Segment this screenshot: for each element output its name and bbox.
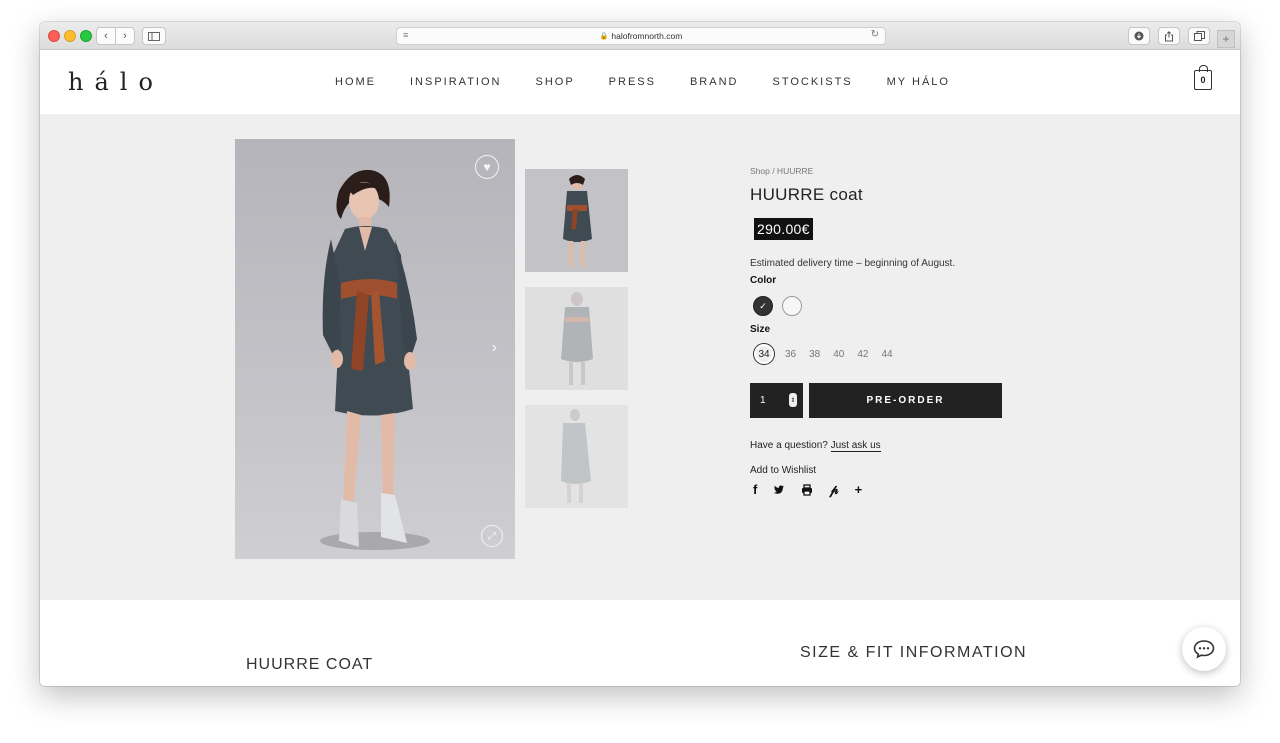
color-swatch-light[interactable] [782, 296, 802, 316]
plus-icon: + [1222, 32, 1230, 46]
twitter-icon[interactable] [773, 484, 785, 496]
size-fit-title[interactable]: SIZE & FIT INFORMATION [800, 644, 1027, 662]
nav-inspiration[interactable]: INSPIRATION [410, 76, 501, 88]
pinterest-icon[interactable]: 𝓅 [829, 482, 838, 498]
heart-icon[interactable]: ♥ [475, 155, 499, 179]
nav-brand[interactable]: BRAND [690, 76, 739, 88]
expand-icon[interactable]: ⤢ [481, 525, 503, 547]
share-icons: f 𝓅 + [753, 482, 1050, 498]
chevron-right-icon: › [123, 30, 127, 42]
address-url: halofromnorth.com [611, 31, 683, 41]
close-window-button[interactable] [48, 30, 60, 42]
product-thumbnail[interactable] [525, 287, 628, 390]
browser-window: ‹ › ≡ 🔒 halofromnorth.com ↻ + hálo HOME … [40, 22, 1240, 686]
size-option-40[interactable]: 40 [833, 349, 844, 360]
sidebar-icon [148, 31, 160, 41]
quantity-input[interactable]: 1 ⇕ [750, 383, 803, 418]
thumbnail-photo [525, 287, 628, 390]
ask-us-link[interactable]: Just ask us [830, 440, 881, 452]
address-bar[interactable]: ≡ 🔒 halofromnorth.com ↻ [396, 27, 886, 45]
show-tabs-button[interactable] [1188, 27, 1210, 45]
preorder-button[interactable]: PRE-ORDER [809, 383, 1002, 418]
size-option-34[interactable]: 34 [753, 343, 775, 365]
main-nav: HOME INSPIRATION SHOP PRESS BRAND STOCKI… [335, 76, 984, 88]
checkmark-icon: ✓ [759, 300, 767, 311]
add-to-wishlist-link[interactable]: Add to Wishlist [750, 465, 1050, 476]
chevron-left-icon: ‹ [104, 30, 108, 42]
lock-icon: 🔒 [599, 33, 609, 40]
chat-button[interactable] [1182, 627, 1226, 671]
minimize-window-button[interactable] [64, 30, 76, 42]
product-details: Shop / HUURRE HUURRE coat 290.00€ Estima… [750, 166, 1050, 498]
size-option-38[interactable]: 38 [809, 349, 820, 360]
question-text: Have a question? [750, 440, 828, 451]
thumbnail-photo [525, 169, 628, 272]
product-price: 290.00€ [754, 218, 813, 240]
color-label: Color [750, 275, 777, 286]
size-options: 34 36 38 40 42 44 [753, 343, 1050, 365]
back-button[interactable]: ‹ [96, 27, 116, 45]
size-option-42[interactable]: 42 [857, 349, 868, 360]
color-swatch-dark[interactable]: ✓ [753, 296, 773, 316]
plus-icon[interactable]: + [855, 482, 863, 498]
browser-toolbar: ‹ › ≡ 🔒 halofromnorth.com ↻ + [40, 22, 1240, 50]
product-thumbnail[interactable] [525, 169, 628, 272]
nav-shop[interactable]: SHOP [535, 76, 574, 88]
thumbnail-photo [525, 405, 628, 508]
share-icon [1165, 30, 1173, 41]
nav-press[interactable]: PRESS [609, 76, 656, 88]
delivery-info: Estimated delivery time – beginning of A… [750, 258, 956, 269]
description-title: HUURRE COAT [246, 656, 374, 673]
share-button[interactable] [1158, 27, 1180, 45]
new-tab-button[interactable]: + [1217, 30, 1235, 48]
cart-count: 0 [1200, 75, 1206, 85]
site-logo[interactable]: hálo [68, 68, 164, 96]
nav-my-halo[interactable]: MY HÁLO [887, 76, 950, 88]
question-line: Have a question? Just ask us [750, 440, 1050, 452]
breadcrumb[interactable]: Shop / HUURRE [750, 166, 1050, 176]
sidebar-toggle-button[interactable] [142, 27, 166, 45]
quantity-stepper[interactable]: ⇕ [789, 393, 797, 407]
facebook-icon[interactable]: f [753, 482, 757, 498]
size-label: Size [750, 324, 771, 335]
buy-row: 1 ⇕ PRE-ORDER [750, 383, 1050, 418]
product-info-section: HUURRE COAT SIZE & FIT INFORMATION [40, 600, 1240, 686]
reader-icon[interactable]: ≡ [403, 30, 408, 40]
size-option-36[interactable]: 36 [785, 349, 796, 360]
tabs-icon [1193, 31, 1205, 41]
chevron-right-icon[interactable]: › [492, 339, 497, 357]
product-section: ♥ › ⤢ Shop / HUURRE HUURRE coat 290.00€ … [40, 114, 1240, 600]
nav-home[interactable]: HOME [335, 76, 376, 88]
site-header: hálo HOME INSPIRATION SHOP PRESS BRAND S… [40, 50, 1240, 114]
product-main-image[interactable]: ♥ › ⤢ [235, 139, 515, 559]
print-icon[interactable] [801, 484, 813, 496]
download-icon [1134, 31, 1144, 41]
model-photo [320, 169, 430, 550]
cart-icon[interactable]: 0 [1194, 65, 1212, 90]
product-title: HUURRE coat [750, 185, 863, 204]
color-swatches: ✓ [753, 296, 1050, 316]
size-option-44[interactable]: 44 [882, 349, 893, 360]
product-thumbnail[interactable] [525, 405, 628, 508]
downloads-button[interactable] [1128, 27, 1150, 45]
forward-button[interactable]: › [115, 27, 135, 45]
quantity-value: 1 [760, 395, 766, 406]
chat-icon [1193, 640, 1215, 659]
zoom-window-button[interactable] [80, 30, 92, 42]
reload-icon[interactable]: ↻ [871, 29, 879, 40]
nav-stockists[interactable]: STOCKISTS [772, 76, 852, 88]
